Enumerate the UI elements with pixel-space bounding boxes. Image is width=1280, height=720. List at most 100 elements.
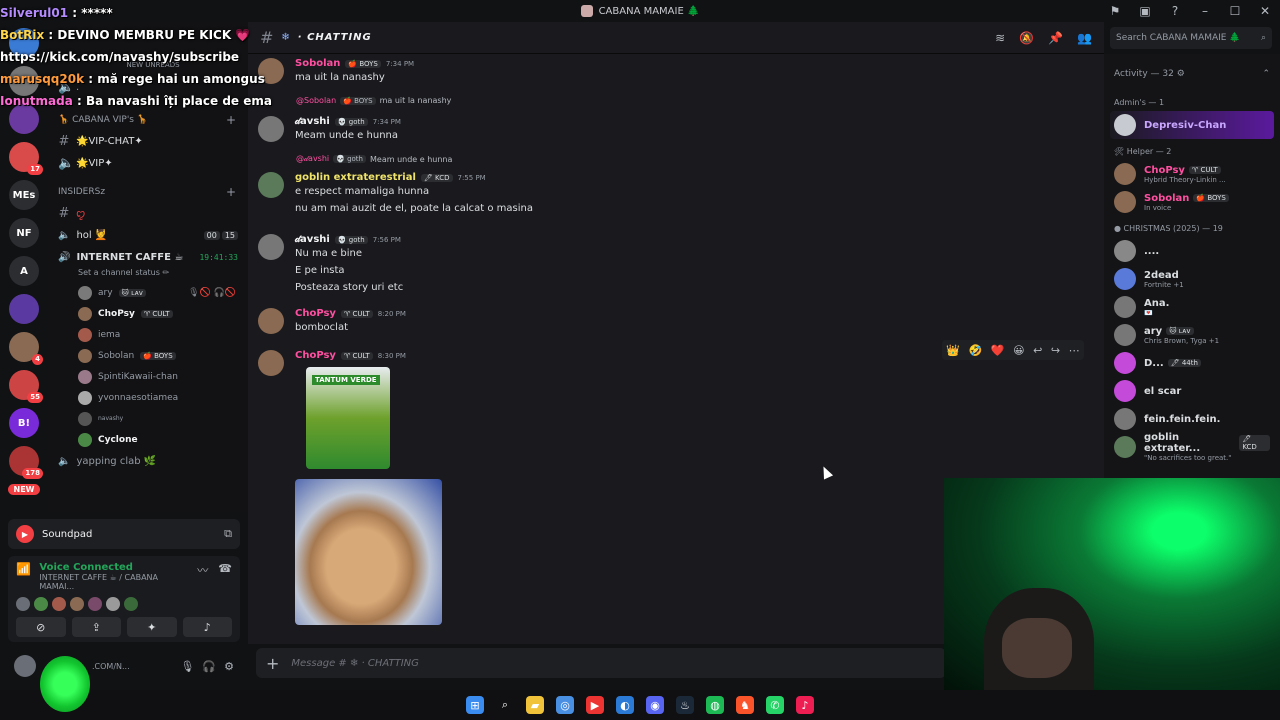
reply-preview[interactable]: @Sobolan 🍎 BOYS ma uit la nanashy	[296, 96, 451, 105]
server-icon[interactable]: B!	[9, 408, 39, 438]
folder-icon[interactable]: ▰	[526, 696, 544, 714]
noise-suppression-icon[interactable]: 〰	[197, 562, 208, 578]
window-icon[interactable]: ▣	[1130, 0, 1160, 22]
avatar[interactable]	[70, 597, 84, 611]
laugh-reaction-icon[interactable]: 🤣	[969, 344, 983, 357]
voice-user[interactable]: SpintiKawaii-chan	[48, 366, 248, 387]
avatar[interactable]	[88, 597, 102, 611]
avatar[interactable]	[258, 234, 284, 260]
windows-icon[interactable]: ⊞	[466, 696, 484, 714]
server-icon[interactable]: MEs	[9, 180, 39, 210]
message-image-cat[interactable]	[295, 479, 442, 625]
camera-off-button[interactable]: ⊘	[16, 617, 66, 637]
avatar[interactable]	[106, 597, 120, 611]
spotify-icon[interactable]: ◍	[706, 696, 724, 714]
pin-icon[interactable]: 📌	[1048, 31, 1063, 45]
channel-hol[interactable]: 🔈 hol 💆 00 15	[48, 224, 248, 246]
member-item[interactable]: goblin extrater... 🖊 KCD "No sacrifices to…	[1104, 432, 1280, 462]
edge-icon[interactable]: ◐	[616, 696, 634, 714]
more-icon[interactable]: ⋯	[1069, 344, 1080, 357]
add-attachment-icon[interactable]: +	[266, 654, 279, 673]
soundpad-panel[interactable]: ▶ Soundpad ⧉	[8, 519, 240, 549]
add-channel-icon[interactable]: +	[226, 185, 236, 199]
message-author[interactable]: ChoPsy	[295, 308, 336, 319]
mute-icon[interactable]: 🔕	[1019, 31, 1034, 45]
help-icon[interactable]: ?	[1160, 0, 1190, 22]
message[interactable]: ChoPsy ♈ CULT 8:20 PM bomboclat	[258, 308, 1078, 336]
activity-label[interactable]: Activity — 32 ⚙	[1114, 69, 1185, 79]
reply-icon[interactable]: ↩	[1033, 344, 1042, 357]
screenshare-button[interactable]: ⇪	[71, 617, 121, 637]
channel-yapping[interactable]: 🔈 yapping clab 🌿	[48, 450, 248, 472]
server-icon[interactable]: 4	[9, 332, 43, 365]
signal-icon[interactable]: 📶	[16, 562, 31, 576]
message[interactable]: goblin extraterestrial 🖊 KCD 7:55 PM e resp…	[258, 172, 1078, 217]
message-image-medicine[interactable]: TANTUM VERDE	[306, 367, 390, 469]
member-item[interactable]: D... 🖊 44th	[1104, 349, 1280, 377]
member-item[interactable]: el scar	[1104, 377, 1280, 405]
discord-icon[interactable]: ◉	[646, 696, 664, 714]
add-channel-icon[interactable]: +	[226, 113, 236, 127]
heart-reaction-icon[interactable]: ❤️	[991, 344, 1005, 357]
add-reaction-icon[interactable]: 😀	[1013, 344, 1024, 357]
message-author[interactable]: ChoPsy	[295, 350, 336, 361]
member-item[interactable]: ....	[1104, 237, 1280, 265]
crown-reaction-icon[interactable]: 👑	[946, 344, 960, 357]
message[interactable]: 𝒹avshi 💀 goth 7:56 PM Nu ma e bine E pe inst…	[258, 234, 1078, 296]
chevron-up-icon[interactable]: ⌃	[1262, 69, 1270, 79]
message-input[interactable]: + Message # ❄ · CHATTING	[256, 648, 946, 678]
disconnect-icon[interactable]: ☎	[218, 562, 232, 578]
member-item[interactable]: ChoPsy ♈ CULT Hybrid Theory-Linkin ...	[1104, 160, 1280, 188]
minimize-icon[interactable]: –	[1190, 0, 1220, 22]
steam-icon[interactable]: ♨	[676, 696, 694, 714]
avatar[interactable]	[258, 308, 284, 334]
message-author[interactable]: 𝒹avshi	[295, 116, 330, 127]
member-item[interactable]: Ana. 💌	[1104, 293, 1280, 321]
message-author[interactable]: 𝒹avshi	[295, 234, 330, 245]
member-list-icon[interactable]: 👥	[1077, 31, 1092, 45]
message-author[interactable]: Sobolan	[295, 58, 340, 69]
inbox-icon[interactable]: ⚑	[1100, 0, 1130, 22]
category-vip[interactable]: 🦒 CABANA VIP's 🦒 +	[48, 110, 248, 130]
voice-user[interactable]: Sobolan 🍎 BOYS	[48, 345, 248, 366]
voice-user[interactable]: Cyclone	[48, 429, 248, 450]
server-icon[interactable]: NF	[9, 218, 39, 248]
message[interactable]: 𝒹avshi 💀 goth 7:34 PM Meam unde e hunna	[258, 116, 1078, 144]
server-icon[interactable]: A	[9, 256, 39, 286]
headphones-icon[interactable]: 🎧	[202, 660, 216, 673]
avatar[interactable]	[258, 350, 284, 376]
voice-user[interactable]: iema	[48, 324, 248, 345]
voice-user[interactable]: ary 🐱 ʟᴀᴠ 🎙🚫 🎧🚫	[48, 282, 248, 303]
whatsapp-icon[interactable]: ✆	[766, 696, 784, 714]
channel-status[interactable]: Set a channel status ✏	[48, 268, 248, 282]
search-input[interactable]: Search CABANA MAMAIE 🌲 ⌕	[1110, 27, 1272, 49]
voice-location[interactable]: INTERNET CAFFE ☕ / CABANA MAMAI...	[39, 573, 189, 591]
avatar[interactable]	[14, 655, 36, 677]
channel-vip-voice[interactable]: 🔈 🌟VIP✦	[48, 152, 248, 174]
channel-vip-chat[interactable]: # 🌟VIP-CHAT✦	[48, 130, 248, 152]
forward-icon[interactable]: ↪	[1051, 344, 1060, 357]
message-author[interactable]: goblin extraterestrial	[295, 172, 416, 183]
member-item[interactable]: fein.fein.fein.	[1104, 405, 1280, 433]
avatar[interactable]	[52, 597, 66, 611]
chrome-icon[interactable]: ◎	[556, 696, 574, 714]
maximize-icon[interactable]: ☐	[1220, 0, 1250, 22]
server-icon[interactable]: 55	[9, 370, 43, 403]
voice-user[interactable]: ChoPsy ♈ CULT	[48, 303, 248, 324]
server-icon[interactable]: 178	[9, 446, 43, 479]
avatar[interactable]	[124, 597, 138, 611]
youtube-icon[interactable]: ▶	[586, 696, 604, 714]
avatar[interactable]	[258, 116, 284, 142]
popout-icon[interactable]: ⧉	[224, 527, 232, 541]
voice-user[interactable]: yvonnaesotiamea	[48, 387, 248, 408]
server-icon[interactable]: 17	[9, 142, 43, 175]
tiktok-icon[interactable]: ♪	[796, 696, 814, 714]
member-item[interactable]: 2dead Fortnite +1	[1104, 265, 1280, 293]
activities-button[interactable]: ✦	[127, 617, 177, 637]
reply-preview[interactable]: @𝒹avshi 💀 goth Meam unde e hunna	[296, 154, 452, 164]
voice-status[interactable]: Voice Connected	[39, 562, 189, 573]
search-icon[interactable]: ⌕	[496, 696, 514, 714]
avatar[interactable]	[16, 597, 30, 611]
microphone-icon[interactable]: 🎙	[180, 660, 194, 673]
member-item[interactable]: Depresiv-Chan	[1110, 111, 1274, 139]
